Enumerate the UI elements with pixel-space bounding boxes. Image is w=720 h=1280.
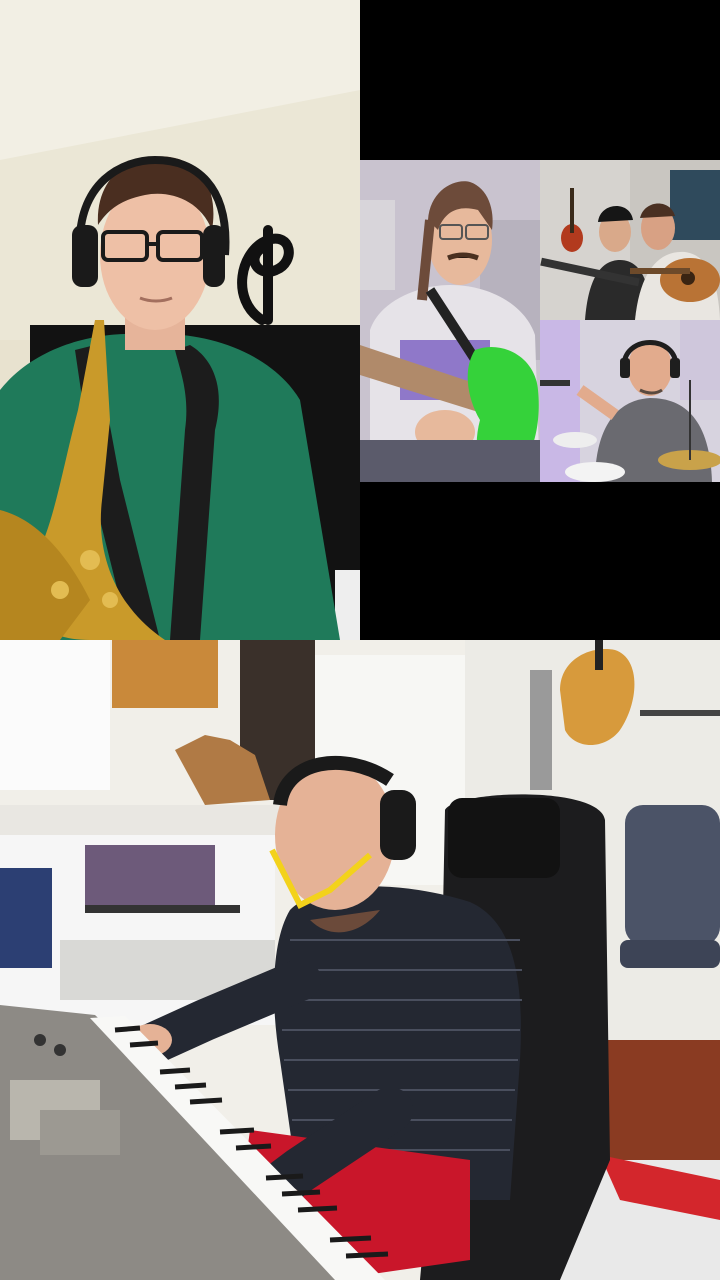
- band-grid-video-tile: [360, 160, 720, 482]
- keyboardist-video-tile: [0, 640, 720, 1280]
- keyboardist-scene: [0, 640, 720, 1280]
- drummer-scene: [540, 320, 720, 482]
- letterbox-bottom: [360, 482, 720, 640]
- guitarists-video: [540, 160, 720, 320]
- letterbox-top: [360, 0, 720, 160]
- bassist-video: [360, 160, 540, 482]
- drummer-video: [540, 320, 720, 482]
- bassist-scene: [360, 160, 540, 482]
- guitarists-scene: [540, 160, 720, 320]
- saxophonist-video-tile: [0, 0, 360, 640]
- saxophonist-scene: [0, 0, 360, 640]
